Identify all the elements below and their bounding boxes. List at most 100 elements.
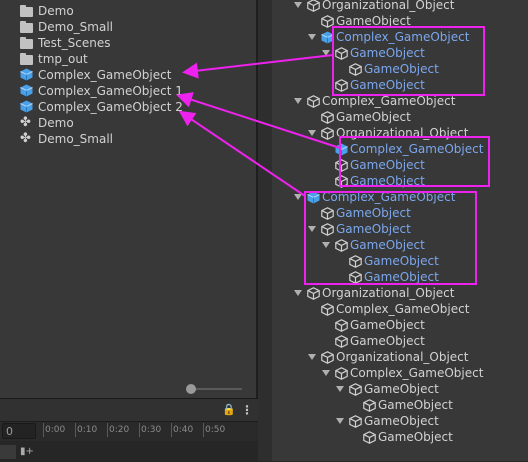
project-browser: Demo Demo_Small Test_Scenes tmp_out Complex_… [0,0,256,398]
hierarchy-gutter [258,0,272,461]
hierarchy-row-label: GameObject [378,430,453,444]
hierarchy-row[interactable]: GameObject [272,221,528,237]
hierarchy-row[interactable]: Complex_GameObject [272,141,528,157]
expand-arrow-icon[interactable] [294,290,302,296]
hierarchy-row[interactable]: GameObject [272,237,528,253]
more-options-icon[interactable]: ⋮ [241,404,253,416]
hierarchy-row[interactable]: GameObject [272,109,528,125]
hierarchy-row[interactable]: GameObject [272,269,528,285]
expand-arrow-icon[interactable] [294,98,302,104]
gameobject-cube-icon [335,159,348,172]
gameobject-cube-icon [335,47,348,60]
timeline-bottom-bar [0,441,258,462]
hierarchy-row[interactable]: GameObject [272,317,528,333]
hierarchy-row-label: GameObject [350,174,425,188]
hierarchy-row[interactable]: Organizational_Object [272,349,528,365]
hierarchy-row-label: Complex_GameObject [336,302,470,316]
gameobject-cube-icon [363,399,376,412]
gameobject-cube-icon [363,431,376,444]
hierarchy-row[interactable]: GameObject [272,429,528,445]
hierarchy-row-label: Organizational_Object [336,126,469,140]
hierarchy-row[interactable]: Complex_GameObject [272,29,528,45]
gameobject-cube-icon [321,111,334,124]
gameobject-cube-icon [349,255,362,268]
prefab-cube-icon [20,100,33,113]
unity-scene-icon: ✤ [20,131,31,146]
project-item-label: tmp_out [38,52,88,66]
hierarchy-row[interactable]: Organizational_Object [272,285,528,301]
expand-arrow-icon[interactable] [336,386,344,392]
expand-arrow-icon[interactable] [308,226,316,232]
hierarchy-row[interactable]: Organizational_Object [272,125,528,141]
unity-scene-icon: ✤ [20,115,31,130]
project-item-label: Demo_Small [38,20,113,34]
expand-arrow-icon[interactable] [336,418,344,424]
gameobject-cube-icon [349,415,362,428]
hierarchy-row[interactable]: GameObject [272,157,528,173]
gameobject-cube-icon [335,239,348,252]
expand-arrow-icon[interactable] [308,354,316,360]
hierarchy-row-label: GameObject [350,46,425,60]
frame-field[interactable]: 0 [2,423,36,439]
hierarchy-row[interactable]: GameObject [272,413,528,429]
expand-arrow-icon[interactable] [294,194,302,200]
gameobject-cube-icon [349,271,362,284]
prefab-cube-icon [307,191,320,204]
time-ruler[interactable]: 0:00 0:10 0:20 0:30 0:40 0:50 [38,423,258,439]
hierarchy-row-label: GameObject [350,318,425,332]
hierarchy-row[interactable]: GameObject [272,61,528,77]
hierarchy-row-label: GameObject [336,14,411,28]
expand-arrow-icon[interactable] [322,242,330,248]
ruler-tick: 0:30 [139,423,162,437]
gameobject-cube-icon [321,207,334,220]
ruler-tick: 0:20 [107,423,130,437]
hierarchy-row-label: Organizational_Object [322,0,455,12]
hierarchy-row-label: GameObject [350,158,425,172]
ruler-tick: 0:10 [75,423,98,437]
hierarchy-row-label: GameObject [336,110,411,124]
hierarchy-row-label: GameObject [378,398,453,412]
gameobject-cube-icon [321,351,334,364]
add-keyframe-icon[interactable]: ▮+ [20,445,34,459]
slider-track [190,388,242,390]
hierarchy-row-label: Complex_GameObject [322,94,456,108]
folder-icon [20,37,33,49]
hierarchy-row[interactable]: GameObject [272,205,528,221]
gameobject-cube-icon [335,319,348,332]
hierarchy-row[interactable]: GameObject [272,77,528,93]
ruler-tick: 0:00 [43,423,66,437]
hierarchy-row[interactable]: GameObject [272,253,528,269]
expand-arrow-icon[interactable] [322,370,330,376]
timeline-scrollbar[interactable] [0,445,16,459]
lock-icon[interactable]: 🔒 [222,404,236,416]
expand-arrow-icon[interactable] [322,50,330,56]
project-item-label: Demo [38,4,74,18]
hierarchy-row-label: GameObject [350,238,425,252]
icon-size-slider[interactable] [186,384,242,394]
slider-knob[interactable] [186,384,196,394]
hierarchy-panel: Organizational_Object GameObject Complex_G… [272,0,528,461]
hierarchy-row[interactable]: Complex_GameObject [272,189,528,205]
hierarchy-row[interactable]: GameObject [272,397,528,413]
hierarchy-row[interactable]: GameObject [272,13,528,29]
hierarchy-row[interactable]: GameObject [272,173,528,189]
hierarchy-row-label: GameObject [364,254,439,268]
hierarchy-row[interactable]: GameObject [272,45,528,61]
project-item-label: Demo [38,116,74,130]
timeline-panel: 🔒 ⋮ 0 0:00 0:10 0:20 0:30 0:40 0:50 ▮+ [0,398,258,462]
hierarchy-row[interactable]: Organizational_Object [272,0,528,13]
hierarchy-row-label: GameObject [364,414,439,428]
hierarchy-row-label: GameObject [364,62,439,76]
hierarchy-row[interactable]: GameObject [272,333,528,349]
hierarchy-row[interactable]: Complex_GameObject [272,365,528,381]
hierarchy-row[interactable]: Complex_GameObject [272,301,528,317]
timeline-header: 🔒 ⋮ [0,399,258,422]
expand-arrow-icon[interactable] [308,34,316,40]
hierarchy-row[interactable]: Complex_GameObject [272,93,528,109]
prefab-cube-icon [20,84,33,97]
expand-arrow-icon[interactable] [308,130,316,136]
hierarchy-row-label: Complex_GameObject [350,142,484,156]
hierarchy-row[interactable]: GameObject [272,381,528,397]
hierarchy-row-label: Organizational_Object [336,350,469,364]
expand-arrow-icon[interactable] [294,2,302,8]
